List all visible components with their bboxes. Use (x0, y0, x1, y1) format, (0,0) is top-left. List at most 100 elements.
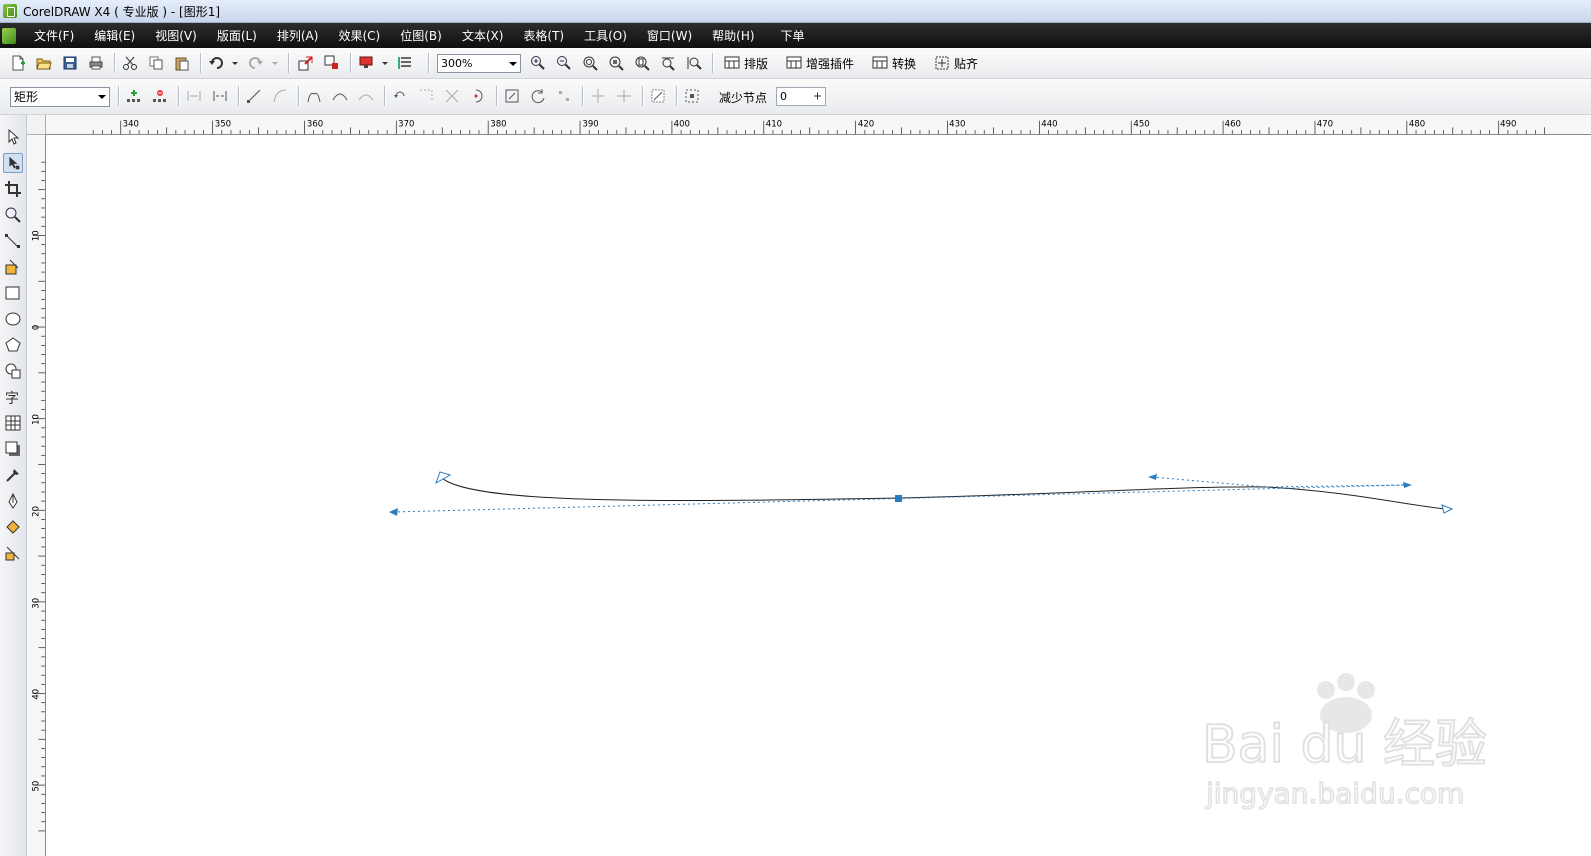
menu-layout[interactable]: 版面(L) (207, 27, 267, 44)
plugin-typesetting-button[interactable]: 排版 (744, 55, 768, 72)
redo-dropdown-icon[interactable] (270, 55, 280, 71)
extract-subpath-icon[interactable] (444, 88, 460, 104)
control-handle-arrow[interactable] (1148, 474, 1157, 480)
zoom-page-width-icon[interactable] (660, 55, 676, 71)
zoom-tool-icon[interactable] (3, 205, 23, 225)
close-curve-icon[interactable] (470, 88, 486, 104)
freehand-tool-icon[interactable] (3, 231, 23, 251)
cut-icon[interactable] (122, 55, 138, 71)
delete-node-icon[interactable] (152, 88, 168, 104)
elastic-mode-icon[interactable] (650, 88, 666, 104)
import-icon[interactable] (298, 55, 314, 71)
document-icon[interactable] (2, 27, 16, 44)
end-node-arrow[interactable] (1441, 504, 1454, 514)
zoom-page-icon[interactable] (634, 55, 650, 71)
menu-view[interactable]: 视图(V) (145, 27, 207, 44)
table-tool-icon[interactable] (3, 413, 23, 433)
rectangle-tool-icon[interactable] (3, 283, 23, 303)
menu-table[interactable]: 表格(T) (513, 27, 574, 44)
zoom-level-select[interactable]: 300% (437, 54, 521, 73)
menu-file[interactable]: 文件(F) (30, 27, 84, 44)
plugin-convert-button[interactable]: 转换 (892, 55, 916, 72)
shape-type-value: 矩形 (14, 90, 39, 104)
reflect-vertical-icon[interactable] (616, 88, 632, 104)
add-node-icon[interactable] (126, 88, 142, 104)
zoom-page-height-icon[interactable] (686, 55, 702, 71)
interactive-fill-tool-icon[interactable] (3, 543, 23, 563)
new-document-icon[interactable] (10, 55, 26, 71)
menu-effects[interactable]: 效果(C) (328, 27, 390, 44)
print-icon[interactable] (88, 55, 104, 71)
polygon-tool-icon[interactable] (3, 335, 23, 355)
typesetting-plugin-icon[interactable] (724, 55, 740, 71)
break-curve-icon[interactable] (212, 88, 228, 104)
svg-text:字: 字 (5, 391, 19, 407)
plugin-enhanced-button[interactable]: 增强插件 (806, 55, 854, 72)
redo-icon[interactable] (248, 55, 264, 71)
toolbar-separator (114, 53, 116, 73)
smart-fill-tool-icon[interactable] (3, 257, 23, 277)
menu-edit[interactable]: 编辑(E) (84, 27, 145, 44)
outline-tool-icon[interactable] (3, 491, 23, 511)
text-tool-icon[interactable]: 字 (3, 387, 23, 407)
menu-help[interactable]: 帮助(H) (702, 27, 764, 44)
zoom-all-objects-icon[interactable] (608, 55, 624, 71)
ruler-origin[interactable] (27, 115, 46, 135)
extend-curve-icon[interactable] (418, 88, 434, 104)
vertical-ruler[interactable]: 10 0 10 20 30 40 50 (27, 135, 46, 856)
zoom-in-icon[interactable] (530, 55, 546, 71)
selected-node[interactable] (895, 495, 902, 502)
symmetrical-node-icon[interactable] (358, 88, 374, 104)
save-icon[interactable] (62, 55, 78, 71)
undo-icon[interactable] (208, 55, 224, 71)
reduce-nodes-input[interactable]: 0 (776, 87, 826, 106)
copy-icon[interactable] (148, 55, 164, 71)
menu-arrange[interactable]: 排列(A) (267, 27, 329, 44)
shape-tool-icon[interactable] (3, 153, 23, 173)
eyedropper-tool-icon[interactable] (3, 465, 23, 485)
undo-dropdown-icon[interactable] (230, 55, 240, 71)
export-icon[interactable] (324, 55, 340, 71)
open-icon[interactable] (36, 55, 52, 71)
convert-to-curve-icon[interactable] (272, 88, 288, 104)
reflect-horizontal-icon[interactable] (590, 88, 606, 104)
zoom-out-icon[interactable] (556, 55, 572, 71)
launcher-dropdown-icon[interactable] (380, 55, 390, 71)
align-nodes-icon[interactable] (556, 88, 572, 104)
rotate-skew-nodes-icon[interactable] (530, 88, 546, 104)
convert-to-line-icon[interactable] (246, 88, 262, 104)
reverse-direction-icon[interactable] (392, 88, 408, 104)
control-handle-arrow[interactable] (389, 508, 398, 516)
select-all-nodes-icon[interactable] (684, 88, 700, 104)
menu-text[interactable]: 文本(X) (452, 27, 514, 44)
horizontal-ruler[interactable]: 340 350 360 370 380 390 400 410 420 430 … (46, 115, 1591, 135)
basic-shapes-tool-icon[interactable] (3, 361, 23, 381)
menu-tools[interactable]: 工具(O) (574, 27, 637, 44)
convert-plugin-icon[interactable] (872, 55, 888, 71)
menu-bitmaps[interactable]: 位图(B) (390, 27, 452, 44)
join-nodes-icon[interactable] (186, 88, 202, 104)
bezier-curve[interactable] (440, 476, 1447, 510)
control-handle-arrow[interactable] (1403, 482, 1412, 488)
crop-tool-icon[interactable] (3, 179, 23, 199)
cusp-node-icon[interactable] (306, 88, 322, 104)
plugin-snap-button[interactable]: 贴齐 (954, 55, 978, 72)
welcome-screen-icon[interactable] (398, 55, 414, 71)
spinner-icon[interactable] (813, 91, 822, 102)
enhanced-plugin-icon[interactable] (786, 55, 802, 71)
menu-order[interactable]: 下单 (765, 27, 815, 44)
ellipse-tool-icon[interactable] (3, 309, 23, 329)
drawing-canvas[interactable]: Bai du 经验 jingyan.baidu.com (46, 135, 1591, 856)
snap-plugin-icon[interactable] (934, 55, 950, 71)
pick-tool-icon[interactable] (3, 127, 23, 147)
stretch-scale-nodes-icon[interactable] (504, 88, 520, 104)
fill-tool-icon[interactable] (3, 517, 23, 537)
application-launcher-icon[interactable] (358, 55, 374, 71)
drop-shadow-tool-icon[interactable] (3, 439, 23, 459)
paste-icon[interactable] (174, 55, 190, 71)
zoom-selected-icon[interactable] (582, 55, 598, 71)
shape-type-select[interactable]: 矩形 (10, 87, 110, 107)
menu-window[interactable]: 窗口(W) (637, 27, 702, 44)
smooth-node-icon[interactable] (332, 88, 348, 104)
ruler-label: 420 (858, 119, 874, 129)
